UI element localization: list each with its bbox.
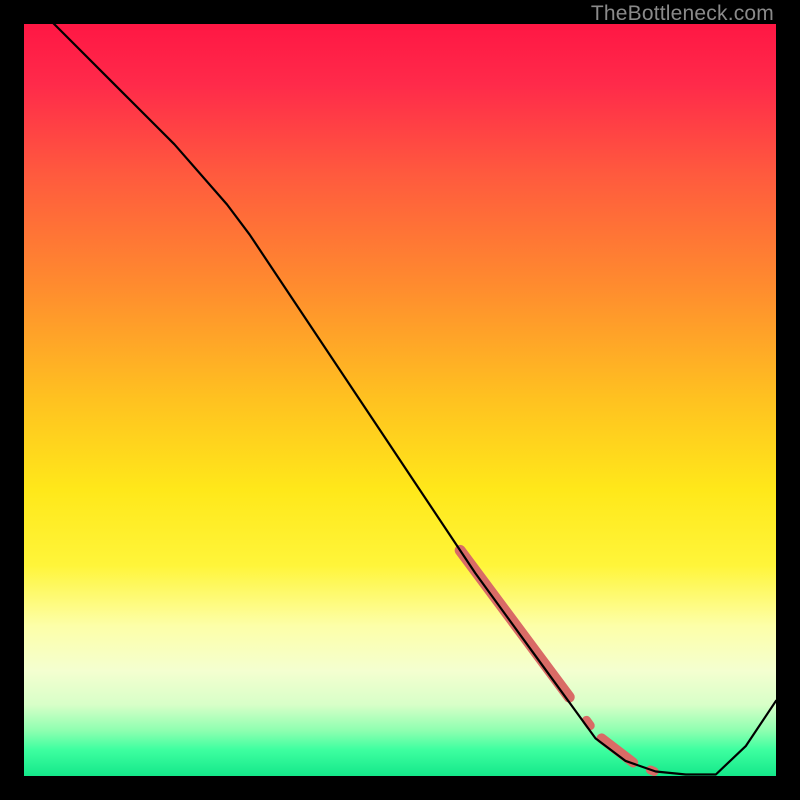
chart-canvas bbox=[24, 24, 776, 776]
watermark-label: TheBottleneck.com bbox=[591, 2, 774, 26]
gradient-background bbox=[24, 24, 776, 776]
chart-frame bbox=[24, 24, 776, 776]
dot-1 bbox=[587, 720, 591, 725]
